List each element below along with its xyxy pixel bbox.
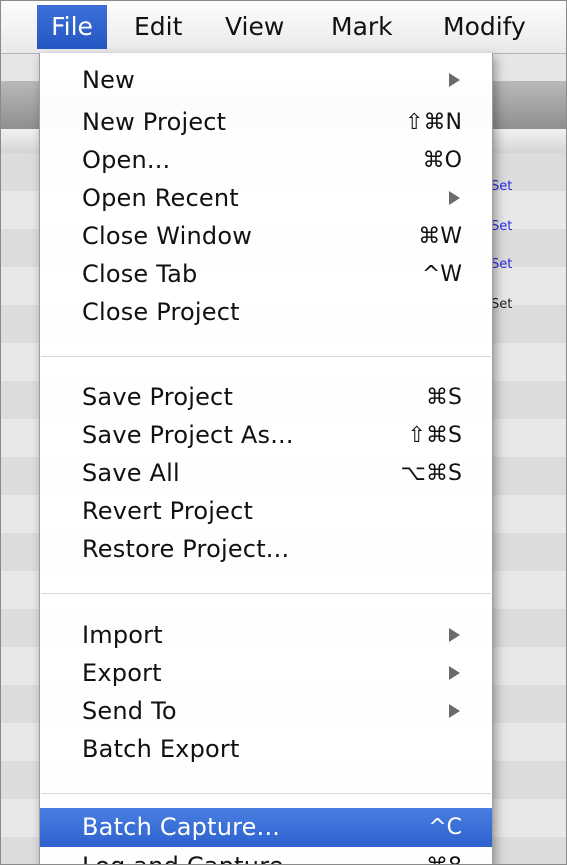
menu-item-shortcut: ⌘8	[426, 847, 462, 864]
menu-item-label: Save Project As...	[82, 421, 294, 449]
submenu-arrow-icon	[449, 73, 460, 87]
menu-separator	[41, 793, 491, 794]
menu-item-close-window[interactable]: Close Window ⌘W	[40, 217, 492, 256]
menu-item-label: Import	[82, 621, 163, 649]
menu-edit[interactable]: Edit	[120, 5, 196, 49]
menu-item-shortcut: ^C	[428, 815, 462, 840]
screenshot-frame: Set Set Set Set File Edit View Mark Modi…	[0, 0, 567, 865]
menu-item-label: Export	[82, 659, 162, 687]
menu-item-label: Open Recent	[82, 184, 239, 212]
background-cell: Set	[491, 257, 513, 272]
menu-item-new-project[interactable]: New Project ⇧⌘N	[40, 103, 492, 142]
menu-item-batch-export[interactable]: Batch Export	[40, 730, 492, 769]
menu-item-label: Batch Capture...	[82, 813, 281, 841]
menu-item-close-project[interactable]: Close Project	[40, 293, 492, 332]
background-cell: Set	[491, 297, 513, 312]
menu-item-label: Close Window	[82, 222, 253, 250]
menu-bar: File Edit View Mark Modify	[1, 1, 566, 54]
menu-item-shortcut: ⌘O	[422, 148, 462, 173]
menu-item-label: Save All	[82, 459, 180, 487]
menu-item-batch-capture[interactable]: Batch Capture... ^C	[40, 808, 492, 847]
menu-item-label: Send To	[82, 697, 177, 725]
menu-item-label: Open...	[82, 146, 171, 174]
menu-file[interactable]: File	[37, 5, 107, 49]
background-cell: Set	[491, 179, 513, 194]
menu-item-shortcut: ⇧⌘S	[407, 423, 462, 448]
menu-item-open[interactable]: Open... ⌘O	[40, 141, 492, 180]
menu-item-label: Restore Project...	[82, 535, 290, 563]
menu-item-save-project[interactable]: Save Project ⌘S	[40, 378, 492, 417]
menu-item-label: Close Project	[82, 298, 240, 326]
background-cell: Set	[491, 219, 513, 234]
menu-item-label: Save Project	[82, 383, 234, 411]
menu-item-label: New	[82, 66, 135, 94]
submenu-arrow-icon	[449, 704, 460, 718]
menu-mark[interactable]: Mark	[317, 5, 407, 49]
menu-view[interactable]: View	[211, 5, 298, 49]
submenu-arrow-icon	[449, 628, 460, 642]
menu-modify[interactable]: Modify	[429, 5, 540, 49]
menu-item-shortcut: ⌥⌘S	[400, 461, 462, 486]
menu-item-revert-project[interactable]: Revert Project	[40, 492, 492, 531]
submenu-arrow-icon	[449, 666, 460, 680]
menu-item-save-all[interactable]: Save All ⌥⌘S	[40, 454, 492, 493]
submenu-arrow-icon	[449, 191, 460, 205]
menu-item-new[interactable]: New	[40, 61, 492, 100]
menu-item-close-tab[interactable]: Close Tab ^W	[40, 255, 492, 294]
menu-item-send-to[interactable]: Send To	[40, 692, 492, 731]
menu-item-shortcut: ⇧⌘N	[405, 110, 462, 135]
menu-item-shortcut: ^W	[421, 262, 462, 287]
menu-item-label: Close Tab	[82, 260, 198, 288]
menu-item-shortcut: ⌘S	[426, 385, 462, 410]
menu-item-open-recent[interactable]: Open Recent	[40, 179, 492, 218]
menu-item-label: Log and Capture...	[82, 847, 307, 864]
menu-separator	[41, 356, 491, 357]
menu-item-restore-project[interactable]: Restore Project...	[40, 530, 492, 569]
menu-item-label: Batch Export	[82, 735, 240, 763]
menu-separator	[41, 593, 491, 594]
menu-item-import[interactable]: Import	[40, 616, 492, 655]
menu-item-log-and-capture[interactable]: Log and Capture... ⌘8	[40, 847, 492, 864]
file-menu-dropdown: New New Project ⇧⌘N Open... ⌘O Open Rece…	[39, 53, 493, 864]
menu-item-export[interactable]: Export	[40, 654, 492, 693]
menu-item-shortcut: ⌘W	[418, 224, 462, 249]
menu-item-label: New Project	[82, 108, 227, 136]
menu-item-label: Revert Project	[82, 497, 254, 525]
menu-item-save-project-as[interactable]: Save Project As... ⇧⌘S	[40, 416, 492, 455]
